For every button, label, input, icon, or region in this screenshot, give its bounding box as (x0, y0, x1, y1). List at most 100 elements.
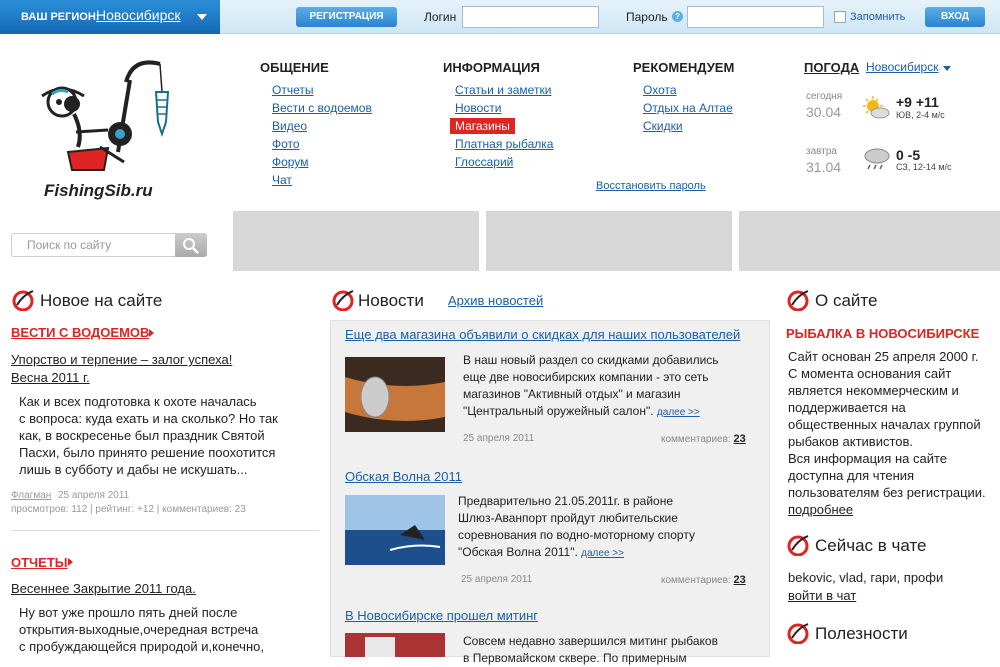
search-button[interactable] (175, 233, 207, 257)
excerpt-line: Как и всех подготовка к охоте началась (19, 394, 257, 409)
password-input[interactable] (687, 6, 824, 28)
region-city-link[interactable]: Новосибирск (96, 7, 181, 23)
news-more-link-2[interactable]: далее >> (581, 548, 624, 559)
nav-link-reports[interactable]: Отчеты (272, 83, 313, 97)
excerpt-line: Пасхи, было принято решение поохотится (19, 445, 276, 460)
comments-count[interactable]: 23 (734, 574, 746, 586)
news-title-1[interactable]: Еще два магазина объявили о скидках для … (345, 327, 740, 342)
about-line: Сайт основан 25 апреля 2000 г. (788, 349, 979, 364)
about-line: С момента основания сайт (788, 366, 952, 381)
nav-link-hunting[interactable]: Охота (643, 83, 677, 97)
article-excerpt-1: Как и всех подготовка к охоте началась с… (19, 393, 314, 478)
weather-today-wind: ЮВ, 2-4 м/с (896, 110, 945, 120)
news-image-2[interactable] (345, 495, 445, 565)
category-otchety[interactable]: ОТЧЕТЫ (11, 555, 68, 570)
ad-banner-3[interactable] (739, 211, 1000, 271)
section-title-about: О сайте (815, 291, 878, 310)
weather-tomorrow-date: 31.04 (806, 159, 842, 175)
excerpt-line: Ну вот уже прошло пять дней после (19, 605, 238, 620)
about-text: Сайт основан 25 апреля 2000 г. С момента… (788, 348, 1000, 501)
article-stats: просмотров: 112 | рейтинг: +12 | коммент… (11, 504, 246, 515)
nav-link-articles[interactable]: Статьи и заметки (455, 83, 551, 97)
nav-link-paid-fishing[interactable]: Платная рыбалка (455, 137, 553, 151)
about-line: рыбаков активистов. (788, 434, 914, 449)
region-label: ВАШ РЕГИОН: (21, 11, 100, 23)
help-icon[interactable]: ? (672, 11, 683, 22)
nav-link-glossary[interactable]: Глоссарий (455, 155, 513, 169)
nav-link-discounts[interactable]: Скидки (643, 119, 683, 133)
nav-link-news-waters[interactable]: Вести с водоемов (272, 101, 372, 115)
ad-banner-1[interactable] (233, 211, 479, 271)
about-line: общественных началах группой (788, 417, 981, 432)
section-title-new: Новое на сайте (40, 291, 163, 310)
category-vesti[interactable]: ВЕСТИ С ВОДОЕМОВ (11, 325, 149, 340)
news-text-1: В наш новый раздел со скидками добавилис… (463, 352, 763, 421)
login-label: Логин (424, 10, 457, 24)
search-icon (183, 238, 199, 254)
article-link-1b[interactable]: Весна 2011 г. (11, 369, 90, 386)
section-title-news: Новости (358, 291, 424, 310)
news-line: "Центральный оружейный салон". (463, 404, 654, 418)
news-archive-link[interactable]: Архив новостей (448, 293, 543, 308)
about-line: является некоммерческим и (788, 383, 959, 398)
news-line: Шлюз-Аванпорт пройдут любительские (458, 511, 678, 525)
nav-link-photo[interactable]: Фото (272, 137, 300, 151)
top-bar: ВАШ РЕГИОН: Новосибирск РЕГИСТРАЦИЯ Логи… (0, 0, 1000, 34)
nav-heading-informatsiya: ИНФОРМАЦИЯ (443, 60, 540, 75)
news-image-1[interactable] (345, 357, 445, 432)
fishing-hook-icon (12, 290, 34, 311)
section-title-useful: Полезности (815, 624, 908, 643)
news-image-3[interactable] (345, 633, 445, 657)
article-author[interactable]: Флагман (11, 490, 51, 501)
chevron-right-icon (68, 558, 73, 566)
news-date-1: 25 апреля 2011 (463, 433, 535, 444)
fishing-hook-icon (787, 290, 809, 311)
news-more-link-1[interactable]: далее >> (657, 407, 700, 418)
login-input[interactable] (462, 6, 599, 28)
about-line: Вся информация на сайте (788, 451, 947, 466)
weather-tomorrow-label: завтра (806, 146, 837, 157)
article-link-1[interactable]: Упорство и терпение – залог успеха! (11, 351, 232, 368)
news-title-2[interactable]: Обская Волна 2011 (345, 469, 462, 484)
section-title-chat: Сейчас в чате (815, 536, 927, 555)
region-selector[interactable]: ВАШ РЕГИОН: Новосибирск (0, 0, 220, 34)
nav-link-video[interactable]: Видео (272, 119, 307, 133)
about-more-link[interactable]: подробнее (788, 501, 853, 518)
chat-enter-link[interactable]: войти в чат (788, 587, 856, 604)
news-line: В наш новый раздел со скидками добавилис… (463, 353, 719, 367)
about-line: поддерживается на (788, 400, 906, 415)
site-logo[interactable]: FishingSib.ru (38, 52, 178, 202)
news-text-2: Предварительно 21.05.2011г. в районе Шлю… (458, 493, 758, 562)
news-line: "Обская Волна 2011". (458, 545, 578, 559)
nav-link-altai[interactable]: Отдых на Алтае (643, 101, 733, 115)
nav-link-news[interactable]: Новости (455, 101, 501, 115)
nav-link-shops[interactable]: Магазины (450, 118, 515, 134)
nav-heading-obshchenie: ОБЩЕНИЕ (260, 60, 329, 75)
news-comments-2[interactable]: комментариев: 23 (661, 574, 746, 586)
weather-title[interactable]: ПОГОДА (804, 60, 859, 75)
restore-password-link[interactable]: Восстановить пароль (596, 180, 706, 192)
news-line: Предварительно 21.05.2011г. в районе (458, 494, 674, 508)
remember-label[interactable]: Запомнить (850, 11, 905, 23)
nav-link-forum[interactable]: Форум (272, 155, 308, 169)
excerpt-line: как, в воскресенье был праздник Святой (19, 428, 265, 443)
login-button[interactable]: ВХОД (925, 7, 985, 27)
nav-heading-rekomenduem: РЕКОМЕНДУЕМ (633, 60, 735, 75)
weather-today-label: сегодня (806, 91, 843, 102)
news-title-3[interactable]: В Новосибирске прошел митинг (345, 608, 538, 623)
nav-link-chat[interactable]: Чат (272, 173, 292, 187)
comments-count[interactable]: 23 (734, 433, 746, 445)
weather-city-link[interactable]: Новосибирск (866, 60, 938, 74)
excerpt-line: открытия-выходные,очередная встреча (19, 622, 259, 637)
news-comments-1[interactable]: комментариев: 23 (661, 433, 746, 445)
excerpt-line: с вопроса: куда ехать и на сколько? Но т… (19, 411, 278, 426)
chevron-down-icon[interactable] (943, 66, 951, 71)
register-button[interactable]: РЕГИСТРАЦИЯ (296, 7, 397, 27)
remember-checkbox[interactable] (834, 11, 846, 23)
ad-banner-2[interactable] (486, 211, 732, 271)
article-link-2[interactable]: Весеннее Закрытие 2011 года. (11, 580, 196, 597)
excerpt-line: лишь в субботу и дабы не искушать... (19, 462, 248, 477)
search-placeholder: Поиск по сайту (27, 238, 112, 252)
chevron-right-icon (149, 329, 154, 337)
chevron-down-icon[interactable] (197, 14, 207, 20)
